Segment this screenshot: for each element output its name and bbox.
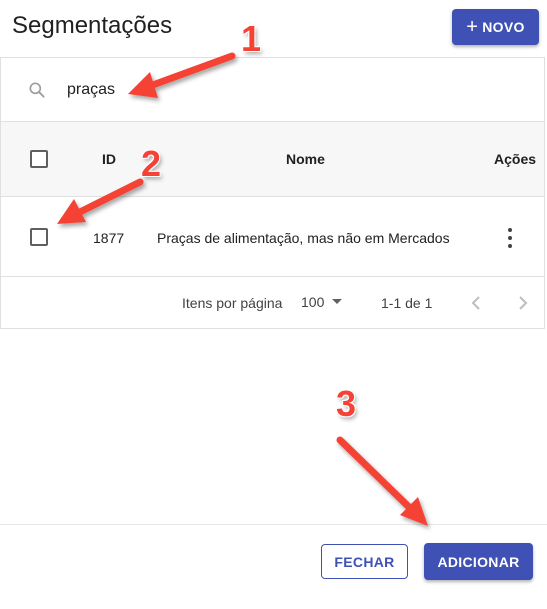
select-all-checkbox[interactable]: [30, 150, 48, 168]
dialog-title: Segmentações: [12, 12, 173, 39]
annotation-step-2: 2: [141, 143, 162, 184]
column-header-acoes: Ações: [494, 151, 537, 167]
row-id: 1877: [93, 230, 125, 246]
search-input[interactable]: [67, 78, 367, 102]
new-button[interactable]: + NOVO: [452, 9, 539, 45]
column-header-id: ID: [102, 151, 116, 167]
column-header-nome: Nome: [286, 151, 325, 167]
previous-page-icon[interactable]: [470, 295, 482, 311]
row-checkbox[interactable]: [30, 228, 48, 246]
table-row[interactable]: 1877 Praças de alimentação, mas não em M…: [1, 197, 544, 277]
range-label: 1-1 de 1: [381, 295, 433, 311]
add-button[interactable]: ADICIONAR: [424, 543, 533, 580]
search-icon: [29, 82, 45, 98]
close-button[interactable]: FECHAR: [321, 544, 408, 579]
next-page-icon[interactable]: [517, 295, 529, 311]
page-size-value: 100: [301, 294, 325, 310]
new-button-label: NOVO: [482, 19, 525, 35]
footer-divider: [0, 524, 547, 525]
annotation-step-3: 3: [336, 383, 357, 424]
search-bar: [1, 58, 544, 122]
row-nome: Praças de alimentação, mas não em Mercad…: [157, 230, 450, 246]
annotation-step-1: 1: [241, 18, 262, 59]
plus-icon: +: [466, 16, 479, 38]
table-header: ID Nome Ações: [1, 122, 544, 197]
page-size-select[interactable]: 100: [301, 294, 343, 310]
paginator: Itens por página 100 1-1 de 1: [1, 277, 544, 329]
items-per-page-label: Itens por página: [182, 295, 283, 311]
segmentations-table-card: ID Nome Ações 1877 Praças de alimentação…: [0, 57, 545, 329]
row-actions-menu-icon[interactable]: [500, 228, 520, 248]
dropdown-arrow-icon: [332, 299, 343, 304]
